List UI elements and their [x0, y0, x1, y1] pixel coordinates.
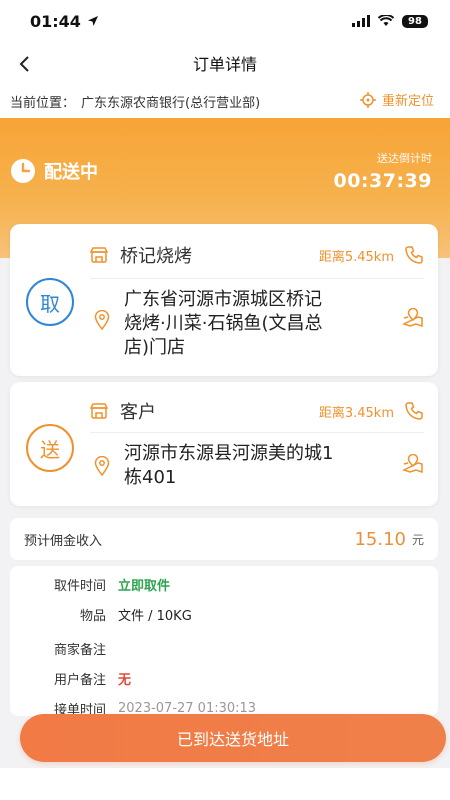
signal-icon	[352, 15, 370, 27]
relocate-label: 重新定位	[381, 94, 434, 109]
delivery-card: 送 客户 距离3.45km 河源市东源县河源美的城1 栋401	[10, 382, 438, 506]
detail-value: 文件 / 10KG	[118, 608, 192, 624]
page-title: 订单详情	[192, 55, 257, 74]
countdown: 送达倒计时 00:37:39	[333, 150, 432, 192]
status-time: 01:44	[30, 12, 99, 31]
detail-value: 无	[118, 672, 132, 688]
delivery-address-text: 河源市东源县河源美的城1 栋401	[124, 442, 392, 490]
map-navigate-icon[interactable]	[402, 308, 424, 328]
delivery-address: 河源市东源县河源美的城1 栋401	[94, 442, 424, 490]
divider	[90, 432, 424, 433]
detail-user-note: 用户备注 无	[10, 668, 131, 688]
countdown-value: 00:37:39	[333, 170, 432, 192]
delivery-address-line: 河源市东源县河源美的城1	[124, 443, 334, 464]
clock-icon	[11, 159, 35, 183]
detail-label: 物品	[79, 608, 106, 624]
income-amount: 15.10	[354, 528, 406, 550]
order-details: 取件时间 立即取件 物品 文件 / 10KG 商家备注 用户备注 无 接单时间 …	[10, 566, 438, 716]
status-text: 配送中	[44, 162, 98, 183]
chevron-left-icon	[19, 56, 29, 72]
divider	[90, 278, 424, 279]
location-arrow-icon	[87, 16, 98, 26]
pickup-address-line: 店)门店	[124, 337, 186, 358]
delivery-header: 客户 距离3.45km	[90, 396, 424, 426]
arrived-delivery-address-button[interactable]: 已到达送货地址	[20, 714, 446, 762]
map-pin-icon	[94, 456, 110, 476]
income-unit: 元	[411, 532, 424, 547]
crosshair-icon	[359, 91, 376, 108]
delivery-name: 客户	[120, 402, 156, 423]
clock-text: 01:44	[30, 11, 81, 31]
detail-value: 立即取件	[118, 578, 171, 594]
detail-label: 商家备注	[53, 642, 106, 658]
location-bar: 当前位置： 广东东源农商银行(总行营业部) 重新定位	[0, 84, 450, 118]
income-label: 预计佣金收入	[24, 533, 103, 549]
map-navigate-icon[interactable]	[402, 454, 424, 474]
battery-level: 98	[402, 14, 428, 28]
home-indicator-area	[0, 768, 450, 800]
detail-goods: 物品 文件 / 10KG	[10, 604, 192, 624]
detail-label: 用户备注	[53, 672, 106, 688]
nav-bar: 订单详情	[0, 42, 450, 84]
pickup-address-text: 广东省河源市源城区桥记 烧烤·川菜·石锅鱼(文昌总 店)门店	[124, 288, 392, 360]
detail-label: 取件时间	[53, 578, 106, 594]
detail-pickup-time: 取件时间 立即取件	[10, 574, 170, 594]
pickup-address: 广东省河源市源城区桥记 烧烤·川菜·石锅鱼(文昌总 店)门店	[94, 288, 424, 360]
pickup-card: 取 桥记烧烤 距离5.45km 广东省河源市源城区桥记 烧烤·川菜·石锅鱼(文昌…	[10, 224, 438, 376]
phone-icon[interactable]	[404, 401, 424, 421]
phone-icon[interactable]	[404, 245, 424, 265]
store-icon	[90, 403, 108, 419]
location-label: 当前位置：	[10, 95, 76, 111]
pickup-distance: 距离5.45km	[318, 249, 394, 265]
delivery-address-line: 栋401	[124, 467, 177, 488]
pickup-address-line: 广东省河源市源城区桥记	[124, 289, 322, 310]
status-indicators: 98	[352, 14, 428, 28]
wifi-icon	[378, 15, 394, 26]
pickup-header: 桥记烧烤 距离5.45km	[90, 240, 424, 270]
map-pin-icon	[94, 310, 110, 330]
delivery-distance: 距离3.45km	[318, 405, 394, 421]
status-bar: 01:44 98	[0, 0, 450, 42]
relocate-button[interactable]: 重新定位	[359, 90, 434, 109]
income-row: 预计佣金收入 15.10 元	[10, 518, 438, 560]
pickup-address-line: 烧烤·川菜·石锅鱼(文昌总	[124, 313, 323, 334]
delivery-status: 配送中	[10, 158, 98, 184]
delivery-badge: 送	[26, 424, 74, 472]
pickup-name: 桥记烧烤	[120, 246, 192, 267]
detail-merchant-note: 商家备注	[10, 638, 118, 658]
location-value: 广东东源农商银行(总行营业部)	[81, 95, 261, 111]
back-button[interactable]	[8, 48, 40, 80]
countdown-label: 送达倒计时	[377, 152, 432, 165]
store-icon	[90, 247, 108, 263]
pickup-badge: 取	[26, 278, 74, 326]
